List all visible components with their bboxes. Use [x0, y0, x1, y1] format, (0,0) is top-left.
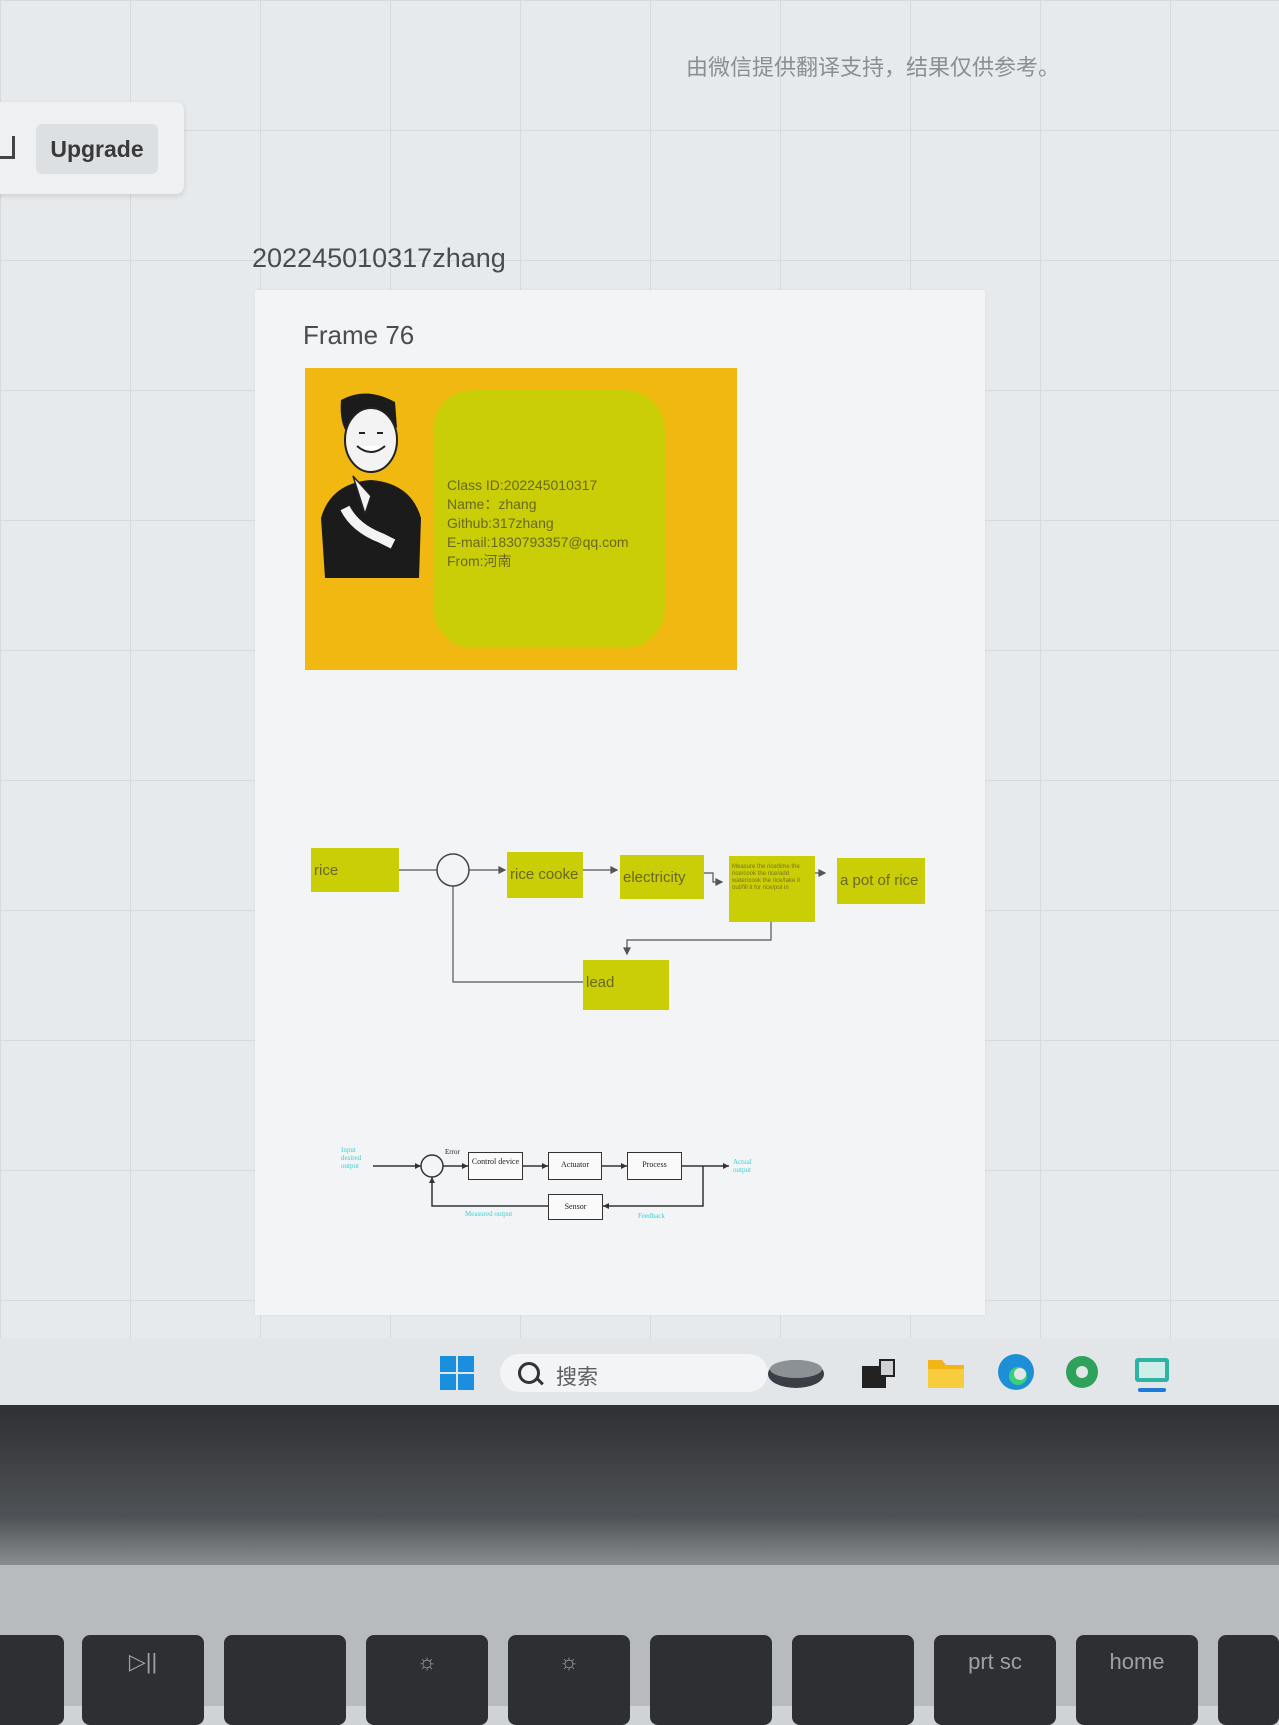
- input-label: Input desired output: [341, 1146, 362, 1170]
- actuator-block[interactable]: Actuator: [548, 1152, 602, 1180]
- key-home[interactable]: home: [1076, 1635, 1198, 1725]
- actual-output-label: Actual output: [733, 1158, 752, 1174]
- controller-block[interactable]: Control device: [468, 1152, 523, 1180]
- node-pot-of-rice[interactable]: a pot of rice: [837, 858, 925, 904]
- taskbar: 搜索: [0, 1338, 1279, 1405]
- key-brightness-up[interactable]: ☼: [508, 1635, 630, 1725]
- task-view-icon[interactable]: [858, 1352, 898, 1392]
- feedback-label: Feedback: [638, 1212, 665, 1220]
- remote-desktop-icon[interactable]: [1132, 1352, 1172, 1392]
- key-f7[interactable]: [792, 1635, 914, 1725]
- node-measure[interactable]: Measure the rice/time the rice/cook the …: [729, 856, 815, 922]
- top-toolbar: Upgrade: [0, 102, 184, 194]
- process-block[interactable]: Process: [627, 1152, 682, 1180]
- share-icon[interactable]: [0, 136, 15, 159]
- key-f3[interactable]: [224, 1635, 346, 1725]
- key-end[interactable]: [1218, 1635, 1279, 1725]
- widget-icon[interactable]: [766, 1352, 826, 1392]
- key-brightness-down[interactable]: ☼: [366, 1635, 488, 1725]
- key-play-pause[interactable]: ▷||: [82, 1635, 204, 1725]
- search-icon: [518, 1362, 540, 1384]
- desktop-screen: 由微信提供翻译支持，结果仅供参考。 Upgrade 202245010317zh…: [0, 0, 1279, 1405]
- board-title[interactable]: 202245010317zhang: [252, 243, 506, 274]
- key-prt-sc[interactable]: prt sc: [934, 1635, 1056, 1725]
- frame-76[interactable]: Frame 76 Class ID:202245010317 Name：zhan…: [255, 290, 985, 1315]
- node-rice-cooker[interactable]: rice cooke: [507, 852, 583, 898]
- windows-start-icon[interactable]: [440, 1356, 474, 1390]
- node-lead[interactable]: lead: [583, 960, 669, 1010]
- chrome-icon[interactable]: [1062, 1352, 1102, 1392]
- node-electricity[interactable]: electricity: [620, 855, 704, 899]
- taskbar-search[interactable]: 搜索: [500, 1354, 768, 1392]
- key-f1[interactable]: [0, 1635, 64, 1725]
- node-rice[interactable]: rice: [311, 848, 399, 892]
- sensor-block[interactable]: Sensor: [548, 1194, 603, 1220]
- file-explorer-icon[interactable]: [926, 1352, 966, 1392]
- translation-banner: 由微信提供翻译支持，结果仅供参考。: [686, 56, 1061, 81]
- search-placeholder: 搜索: [556, 1365, 598, 1389]
- key-display[interactable]: [650, 1635, 772, 1725]
- error-label: Error: [445, 1148, 460, 1156]
- laptop-bezel: [0, 1405, 1279, 1565]
- upgrade-button[interactable]: Upgrade: [36, 124, 158, 174]
- keyboard: ▷|| ☼ ☼ prt sc home: [0, 1565, 1279, 1725]
- measured-output-label: Measured output: [465, 1210, 513, 1218]
- edge-icon[interactable]: [996, 1352, 1036, 1392]
